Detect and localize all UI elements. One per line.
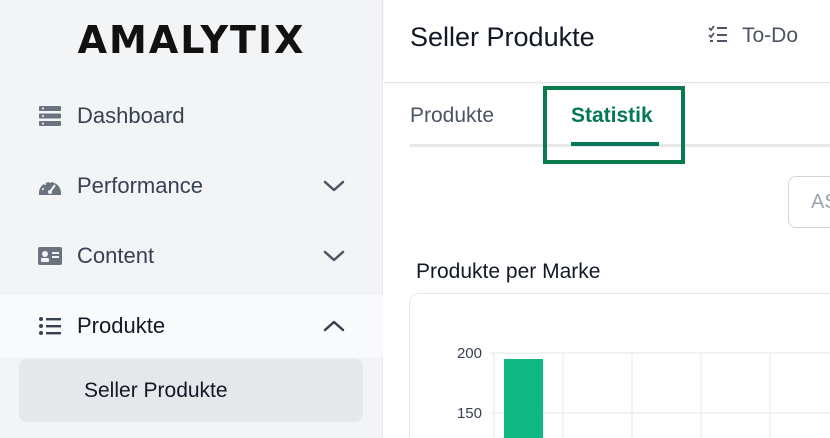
bar[interactable] (504, 359, 543, 438)
chart-title: Produkte per Marke (416, 260, 601, 283)
sidebar-item-label: Performance (77, 173, 203, 198)
speedometer-icon (37, 175, 63, 197)
list-icon (37, 315, 63, 337)
bar-chart: 150 200 (457, 345, 830, 438)
search-placeholder: AS (811, 191, 830, 213)
sidebar-item-produkte[interactable]: Produkte (0, 295, 383, 357)
sidebar-item-performance[interactable]: Performance (0, 160, 383, 212)
topbar: Seller Produkte To-Do (384, 0, 830, 83)
sidebar-item-label: Content (77, 243, 155, 268)
server-icon (37, 105, 63, 127)
sidebar-subitem-label: Seller Produkte (84, 378, 228, 402)
search-input[interactable]: AS (788, 176, 830, 228)
chevron-down-icon[interactable] (322, 174, 346, 198)
y-tick-label: 150 (457, 405, 482, 422)
sidebar: AMALYTIX Dashboard Performance Content P… (0, 0, 383, 438)
logo[interactable]: AMALYTIX (0, 18, 383, 62)
sidebar-item-label: Produkte (77, 313, 166, 338)
chevron-down-icon[interactable] (322, 244, 346, 268)
todo-button[interactable]: To-Do (708, 24, 798, 48)
checklist-icon (708, 24, 728, 48)
chart-card: 150 200 (409, 293, 830, 438)
todo-label: To-Do (742, 24, 799, 47)
sidebar-subitem-seller-produkte[interactable]: Seller Produkte (19, 359, 363, 422)
tab-produkte[interactable]: Produkte (410, 104, 494, 128)
chevron-up-icon[interactable] (322, 314, 346, 338)
y-tick-label: 200 (457, 345, 482, 362)
sidebar-item-label: Dashboard (77, 103, 185, 128)
sidebar-item-content[interactable]: Content (0, 230, 383, 282)
page-title: Seller Produkte (410, 22, 595, 52)
sidebar-item-dashboard[interactable]: Dashboard (0, 90, 383, 142)
id-card-icon (37, 245, 63, 267)
highlight-box (543, 86, 685, 164)
